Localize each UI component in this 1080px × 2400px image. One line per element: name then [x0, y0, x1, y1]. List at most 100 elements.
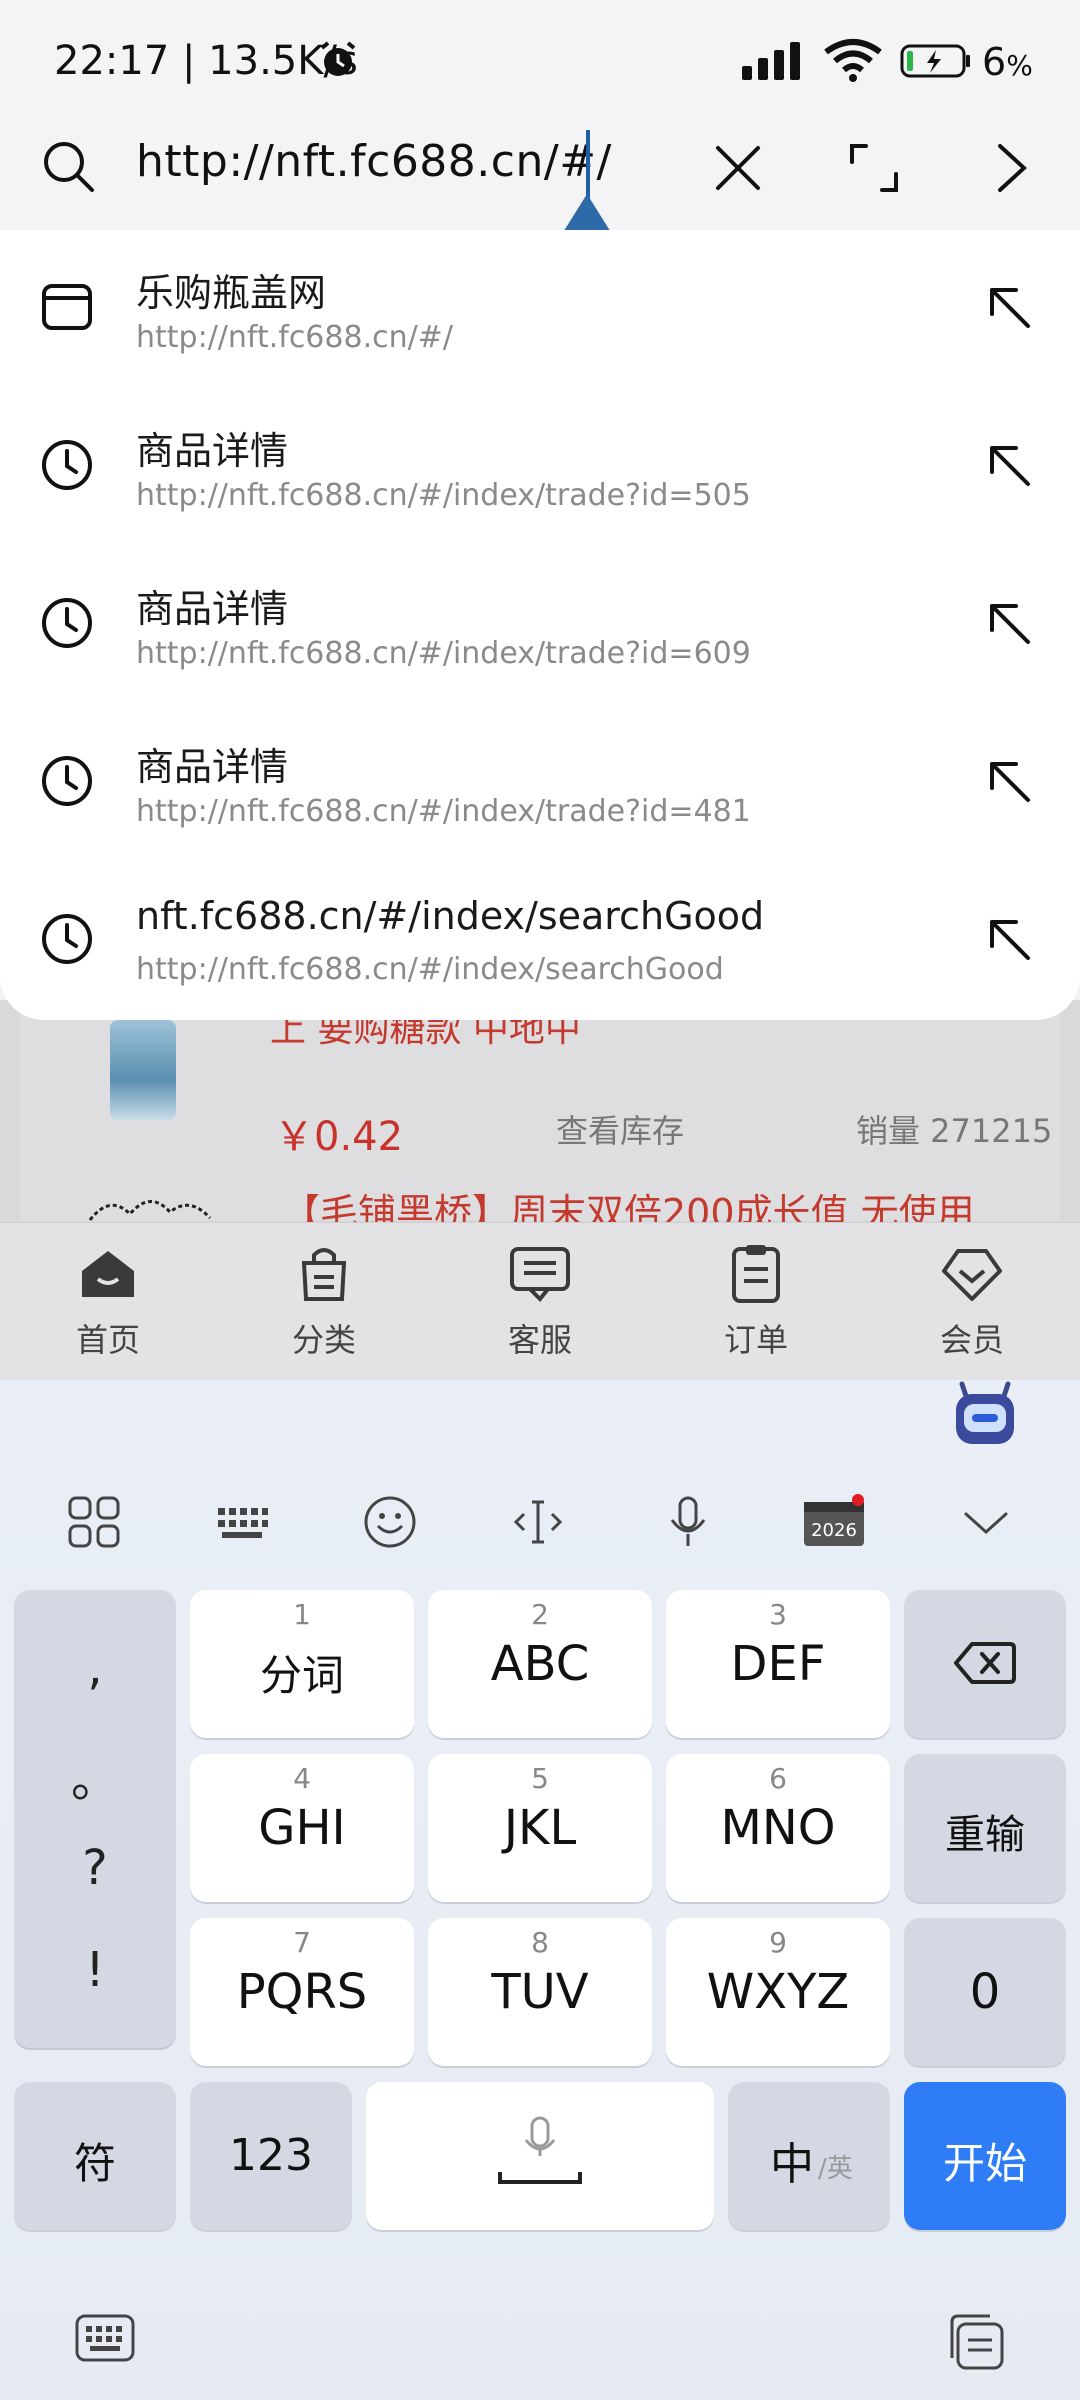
key-5[interactable]: 5 JKL — [428, 1754, 652, 1902]
keyboard-switch-icon[interactable] — [74, 2310, 136, 2366]
fill-arrow-icon[interactable] — [984, 756, 1036, 808]
tab-label: 会员 — [939, 1321, 1004, 1359]
clear-icon[interactable] — [710, 140, 766, 196]
suggestion-title: 商品详情 — [136, 429, 289, 473]
key-sublabel: /英 — [818, 2154, 853, 2184]
alarm-icon — [320, 41, 356, 76]
space-mic-icon — [498, 2116, 582, 2184]
key-label: WXYZ — [706, 1964, 850, 2020]
apps-grid-icon[interactable] — [66, 1494, 122, 1550]
tab-home[interactable]: 首页 — [48, 1241, 168, 1371]
punct-exclaim[interactable]: ! — [14, 1942, 176, 1998]
clipboard-icon[interactable] — [944, 2310, 1006, 2372]
wifi-icon — [824, 39, 882, 82]
history-icon — [42, 598, 92, 648]
backspace-key[interactable] — [904, 1590, 1066, 1738]
member-icon — [942, 1249, 1002, 1301]
punct-question[interactable]: ? — [14, 1840, 176, 1896]
microphone-icon[interactable] — [660, 1494, 716, 1550]
product-image — [88, 1200, 212, 1221]
fill-arrow-icon[interactable] — [984, 598, 1036, 650]
order-icon — [732, 1245, 780, 1303]
suggestion-url: http://nft.fc688.cn/#/index/searchGood — [136, 952, 724, 987]
tab-orders[interactable]: 订单 — [696, 1241, 816, 1371]
view-stock-link[interactable]: 查看库存 — [556, 1106, 684, 1152]
space-key[interactable] — [366, 2082, 714, 2230]
key-number: 3 — [769, 1598, 787, 1631]
key-8[interactable]: 8 TUV — [428, 1918, 652, 2066]
keyboard-bottom-bar — [0, 2280, 1080, 2400]
suggestion-title: nft.fc688.cn/#/index/searchGood — [136, 894, 765, 938]
fill-arrow-icon[interactable] — [984, 282, 1036, 334]
punct-comma[interactable]: , — [14, 1640, 176, 1696]
tab-label: 客服 — [507, 1321, 572, 1359]
suggestion-title: 乐购瓶盖网 — [136, 271, 327, 315]
key-9[interactable]: 9 WXYZ — [666, 1918, 890, 2066]
product-card[interactable]: 【毛铺黑桥】周末双倍200成长值 无使用 — [20, 1170, 1060, 1222]
suggestion-title: 商品详情 — [136, 745, 289, 789]
go-arrow-icon[interactable] — [990, 140, 1034, 196]
expand-icon[interactable] — [846, 140, 902, 196]
tab-service[interactable]: 客服 — [480, 1241, 600, 1371]
suggestion-item[interactable]: 商品详情 http://nft.fc688.cn/#/index/trade?i… — [0, 546, 1080, 704]
suggestion-item[interactable]: nft.fc688.cn/#/index/searchGood http://n… — [0, 862, 1080, 1020]
history-icon — [42, 440, 92, 490]
suggestion-url: http://nft.fc688.cn/#/index/trade?id=481 — [136, 794, 751, 829]
key-3[interactable]: 3 DEF — [666, 1590, 890, 1738]
symbols-key[interactable]: 符 — [14, 2082, 176, 2230]
language-switch-key[interactable]: 中 /英 — [728, 2082, 890, 2230]
fill-arrow-icon[interactable] — [984, 440, 1036, 492]
cursor-move-icon[interactable] — [510, 1494, 566, 1550]
tab-member[interactable]: 会员 — [912, 1241, 1032, 1371]
key-4[interactable]: 4 GHI — [190, 1754, 414, 1902]
tab-icon — [42, 284, 92, 330]
key-0[interactable]: 0 — [904, 1918, 1066, 2066]
text-caret — [586, 130, 590, 202]
key-7[interactable]: 7 PQRS — [190, 1918, 414, 2066]
badge-year: 2026 — [811, 1520, 857, 1541]
suggestion-item[interactable]: 商品详情 http://nft.fc688.cn/#/index/trade?i… — [0, 704, 1080, 862]
key-label: 123 — [229, 2130, 313, 2181]
keyboard-layout-icon[interactable] — [214, 1494, 270, 1550]
search-icon[interactable] — [40, 138, 96, 194]
start-key[interactable]: 开始 — [904, 2082, 1066, 2230]
product-sales: 销量 271215 — [856, 1112, 1053, 1150]
url-bar: http://nft.fc688.cn/#/ — [0, 110, 1080, 272]
suggestion-list: 乐购瓶盖网 http://nft.fc688.cn/#/ 商品详情 http:/… — [0, 230, 1080, 1020]
collapse-keyboard-icon[interactable] — [958, 1494, 1014, 1550]
key-label: 开始 — [942, 2139, 1027, 2188]
new-year-2026-icon[interactable]: 2026 — [802, 1494, 866, 1550]
tab-category[interactable]: 分类 — [264, 1241, 384, 1371]
key-label: DEF — [730, 1636, 826, 1692]
numbers-key[interactable]: 123 — [190, 2082, 352, 2230]
punctuation-column[interactable]: , 。 ? ! — [14, 1590, 176, 2048]
key-number: 7 — [293, 1926, 311, 1959]
punct-period[interactable]: 。 — [14, 1740, 176, 1810]
key-label: PQRS — [236, 1964, 368, 2020]
key-label: JKL — [503, 1800, 577, 1856]
signal-icon — [742, 42, 800, 80]
key-number: 1 — [293, 1598, 311, 1631]
emoji-icon[interactable] — [362, 1494, 418, 1550]
suggestion-url: http://nft.fc688.cn/#/index/trade?id=505 — [136, 478, 751, 513]
suggestion-item[interactable]: 乐购瓶盖网 http://nft.fc688.cn/#/ — [0, 230, 1080, 388]
product-title: 【毛铺黑桥】周末双倍200成长值 无使用 — [282, 1191, 975, 1222]
history-icon — [42, 914, 92, 964]
key-label: 中 — [770, 2139, 814, 2190]
suggestion-item[interactable]: 商品详情 http://nft.fc688.cn/#/index/trade?i… — [0, 388, 1080, 546]
robot-assistant-icon[interactable] — [952, 1380, 1018, 1450]
status-bar: 22:17 | 13.5K/s 6% — [0, 0, 1080, 110]
url-input[interactable]: http://nft.fc688.cn/#/ — [136, 136, 612, 187]
key-1[interactable]: 1 分词 — [190, 1590, 414, 1738]
key-6[interactable]: 6 MNO — [666, 1754, 890, 1902]
key-label: TUV — [491, 1964, 589, 2020]
key-number: 6 — [769, 1762, 787, 1795]
key-2[interactable]: 2 ABC — [428, 1590, 652, 1738]
battery-icon — [900, 44, 970, 78]
key-label: 0 — [969, 1964, 1001, 2020]
reinput-key[interactable]: 重输 — [904, 1754, 1066, 1902]
chat-icon — [510, 1247, 570, 1302]
bottom-tab-bar: 首页 分类 客服 订单 会员 — [0, 1222, 1080, 1380]
key-number: 2 — [531, 1598, 549, 1631]
fill-arrow-icon[interactable] — [984, 914, 1036, 966]
